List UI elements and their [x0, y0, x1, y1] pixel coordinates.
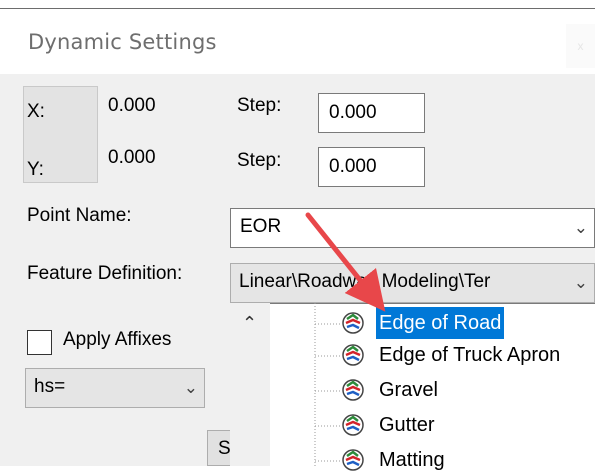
list-item[interactable]: Gravel — [312, 374, 595, 406]
list-item[interactable]: Matting — [312, 444, 595, 476]
feature-icon — [342, 449, 364, 471]
apply-affixes-label: Apply Affixes — [63, 329, 172, 350]
y-value: 0.000 — [108, 147, 156, 168]
feature-icon — [342, 344, 364, 366]
window-title: Dynamic Settings — [28, 30, 217, 54]
list-item-label: Gutter — [379, 414, 435, 436]
point-name-label: Point Name: — [27, 205, 132, 226]
chevron-down-icon[interactable]: ⌄ — [574, 209, 588, 247]
x-label: X: — [27, 101, 45, 122]
point-name-value: EOR — [240, 216, 282, 237]
x-value: 0.000 — [108, 95, 156, 116]
apply-affixes-checkbox[interactable] — [27, 330, 52, 355]
dropdown-scrollbar[interactable]: ⌃ — [230, 303, 270, 466]
step-label-x: Step: — [237, 95, 282, 116]
list-item-label: Gravel — [379, 379, 438, 401]
step-x-input[interactable]: 0.000 — [318, 93, 425, 133]
chevron-down-icon[interactable]: ⌄ — [184, 369, 198, 407]
prefix-select[interactable]: hs= ⌄ — [25, 368, 205, 408]
step-label-y: Step: — [237, 150, 282, 171]
prefix-select-value: hs= — [34, 376, 66, 397]
feature-definition-label: Feature Definition: — [27, 263, 183, 284]
feature-icon — [342, 379, 364, 401]
step-y-input[interactable]: 0.000 — [318, 147, 425, 187]
close-button[interactable]: x — [566, 24, 595, 68]
window-top-border — [0, 0, 595, 9]
list-item-label: Matting — [379, 449, 445, 471]
feature-definition-combo[interactable]: Linear\Roadway Modeling\Ter ⌄ — [230, 263, 595, 303]
list-item[interactable]: Edge of Truck Apron — [312, 339, 595, 371]
list-item-label: Edge of Truck Apron — [379, 344, 561, 366]
chevron-down-icon[interactable]: ⌄ — [569, 264, 588, 302]
y-label: Y: — [27, 159, 44, 180]
annotation-arrow — [305, 212, 386, 312]
scroll-up-icon[interactable]: ⌃ — [242, 313, 257, 334]
list-item[interactable]: Gutter — [312, 409, 595, 441]
feature-icon — [342, 414, 364, 436]
point-name-combo[interactable]: EOR ⌄ — [230, 208, 595, 248]
